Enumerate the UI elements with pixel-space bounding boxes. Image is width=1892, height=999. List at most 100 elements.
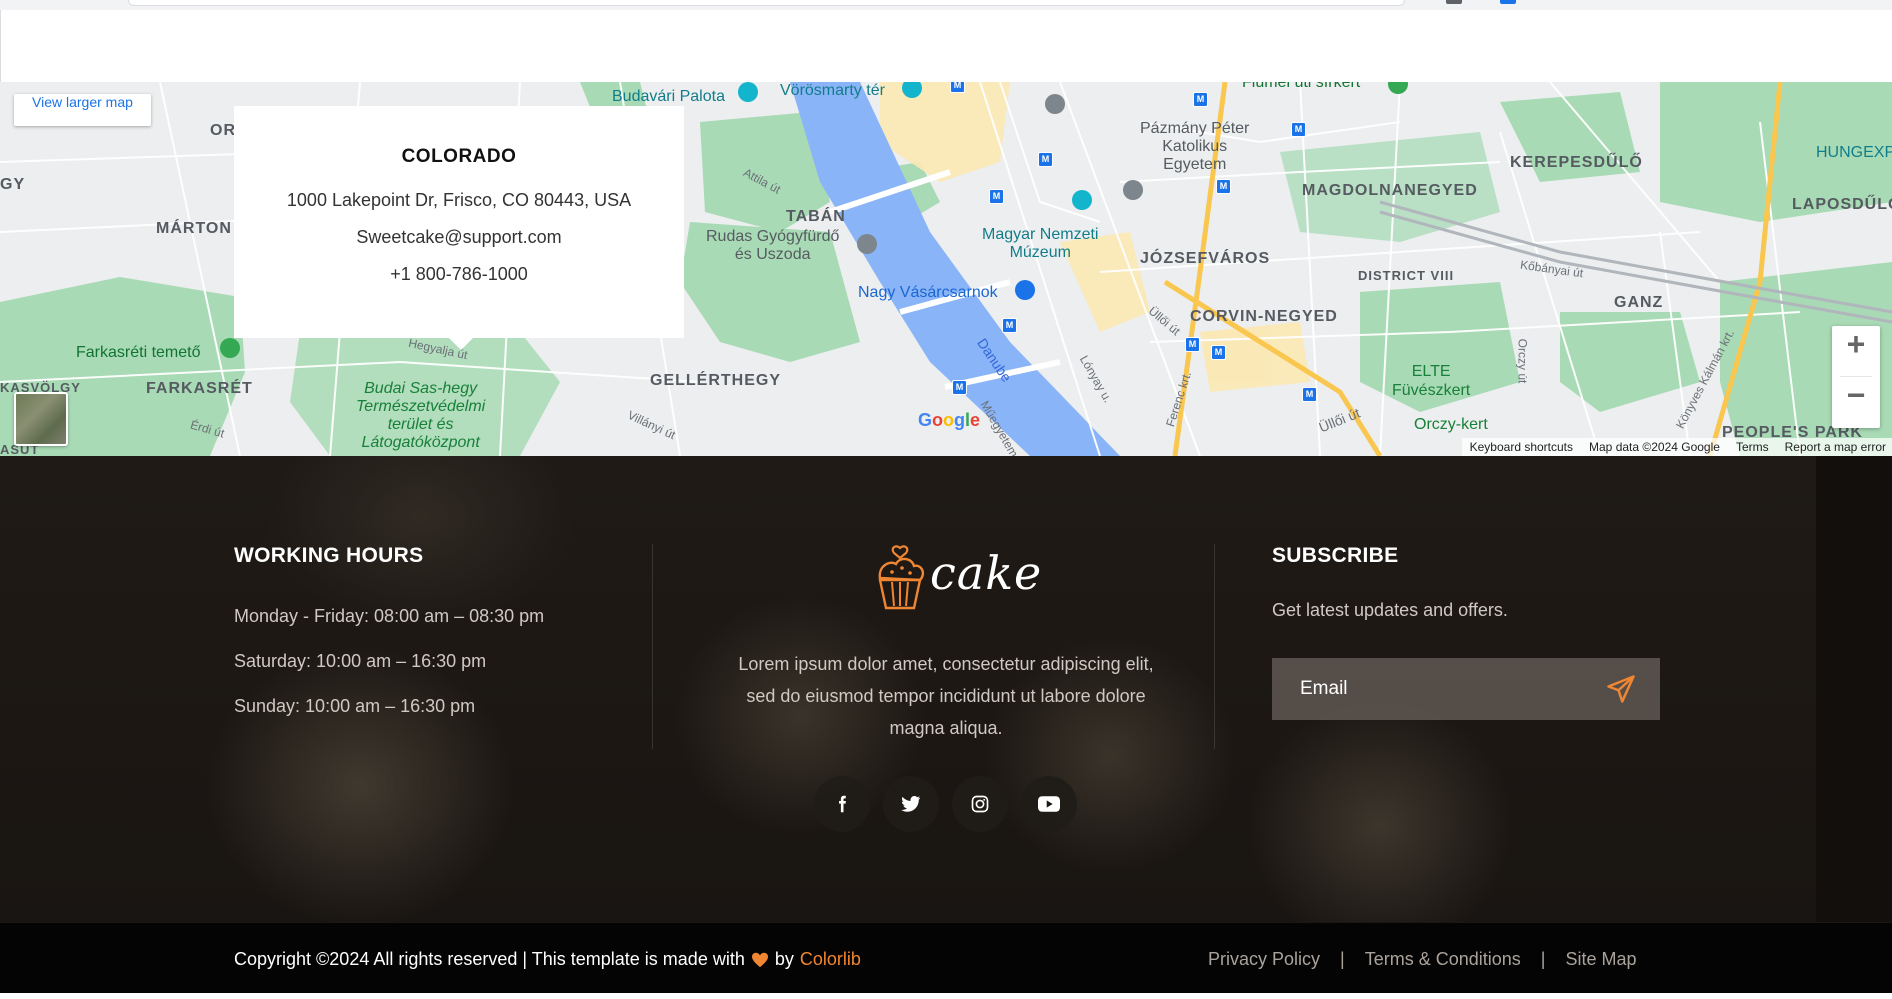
terms-conditions-link[interactable]: Terms & Conditions (1365, 949, 1521, 970)
copyright-text: Copyright ©2024 All rights reserved | Th… (234, 949, 745, 969)
map-attribution: Keyboard shortcuts Map data ©2024 Google… (1461, 438, 1892, 456)
instagram-icon (971, 795, 989, 813)
map-label: Orczy út (1515, 338, 1530, 384)
location-phone[interactable]: +1 800-786-1000 (234, 264, 684, 285)
column-divider (652, 544, 653, 749)
profile-icon[interactable] (1500, 0, 1516, 4)
map-label: FARKASRÉT (146, 380, 253, 397)
map-label: MÁRTON (156, 220, 232, 237)
hours-saturday: Saturday: 10:00 am – 16:30 pm (234, 651, 487, 671)
metro-icon[interactable]: M (1211, 345, 1226, 360)
map-label: Nagy Vásárcsarnok (858, 284, 998, 301)
map-label: ELTE Füvészkert (1392, 363, 1471, 399)
keyboard-shortcuts-link[interactable]: Keyboard shortcuts (1470, 438, 1573, 456)
footer-links: Privacy Policy | Terms & Conditions | Si… (1208, 949, 1637, 970)
university-marker-icon[interactable] (1123, 180, 1143, 200)
map-label: HUNGEXP (1816, 144, 1892, 161)
metro-icon[interactable]: M (1302, 387, 1317, 402)
youtube-icon (1038, 796, 1060, 812)
youtube-button[interactable] (1021, 776, 1077, 832)
by-text: by (774, 949, 794, 969)
report-error-link[interactable]: Report a map error (1785, 438, 1886, 456)
instagram-button[interactable] (952, 776, 1008, 832)
address-bar[interactable] (128, 0, 1405, 6)
link-separator: | (1340, 949, 1345, 969)
page-bottom-strip (0, 993, 1892, 999)
metro-icon[interactable]: M (1193, 92, 1208, 107)
subscribe-heading: SUBSCRIBE (1272, 544, 1399, 567)
map-label: Fiumei úti sírkert (1242, 82, 1361, 91)
location-info-card: COLORADO 1000 Lakepoint Dr, Frisco, CO 8… (234, 106, 684, 350)
metro-icon[interactable]: M (1185, 337, 1200, 352)
map-label: MAGDOLNANEGYED (1302, 182, 1478, 199)
copyright: Copyright ©2024 All rights reserved | Th… (234, 949, 861, 970)
heart-icon (751, 952, 768, 967)
footer: WORKING HOURS Monday - Friday: 08:00 am … (0, 456, 1892, 922)
colorlib-link[interactable]: Colorlib (800, 949, 861, 970)
map-label: Pázmány Péter Katolikus Egyetem (1140, 120, 1250, 173)
map-label: Orczy-kert (1414, 416, 1488, 433)
map-label: TABÁN (786, 208, 846, 225)
map-label: GELLÉRTHEGY (650, 372, 782, 389)
map-label: OR (210, 122, 236, 139)
email-placeholder: Email (1300, 678, 1348, 699)
location-address: 1000 Lakepoint Dr, Frisco, CO 80443, USA (286, 190, 632, 210)
metro-icon[interactable]: M (1216, 179, 1231, 194)
column-divider (1214, 544, 1215, 749)
map-label: JÓZSEFVÁROS (1140, 250, 1271, 267)
site-map-link[interactable]: Site Map (1565, 949, 1636, 970)
footer-edge (1816, 456, 1892, 922)
footer-bottom-bar: Copyright ©2024 All rights reserved | Th… (0, 922, 1892, 999)
view-larger-map-link[interactable]: View larger map (14, 94, 151, 126)
terms-link[interactable]: Terms (1736, 438, 1769, 456)
map-label: LAPOSDŰLŐ (1792, 196, 1892, 213)
twitter-icon (901, 796, 921, 812)
synagogue-marker-icon[interactable] (1045, 94, 1065, 114)
location-email[interactable]: Sweetcake@support.com (234, 227, 684, 248)
metro-icon[interactable]: M (950, 82, 965, 93)
bath-marker-icon[interactable] (857, 234, 877, 254)
map-label: Farkasréti temető (76, 344, 201, 361)
zoom-in-button[interactable]: + (1832, 326, 1880, 376)
logo-text[interactable]: cake (930, 546, 1042, 600)
metro-icon[interactable]: M (1291, 122, 1306, 137)
hours-sunday: Sunday: 10:00 am – 16:30 pm (234, 696, 476, 716)
link-separator: | (1540, 949, 1546, 969)
metro-icon[interactable]: M (989, 189, 1004, 204)
map-label: DISTRICT VIII (1358, 268, 1455, 283)
cemetery-marker-icon[interactable] (220, 338, 240, 358)
metro-icon[interactable]: M (952, 380, 967, 395)
send-icon[interactable] (1606, 674, 1636, 704)
metro-icon[interactable]: M (1038, 152, 1053, 167)
footer-description: Lorem ipsum dolor amet, consectetur adip… (738, 654, 1154, 738)
page-spacer (0, 10, 1892, 82)
facebook-button[interactable] (814, 776, 870, 832)
google-map[interactable]: M M M M M M M M M M M Budavári Palota Vö… (0, 82, 1892, 456)
map-data-text: Map data ©2024 Google (1589, 440, 1720, 454)
map-label: Rudas Gyógyfürdő és Uszoda (706, 228, 840, 263)
palace-marker-icon[interactable] (738, 82, 758, 102)
extension-icon[interactable] (1446, 0, 1462, 4)
zoom-controls: + − (1832, 326, 1880, 428)
map-label: KEREPESDŰLŐ (1510, 154, 1643, 171)
market-marker-icon[interactable] (1015, 280, 1035, 300)
subscribe-subtext: Get latest updates and offers. (1272, 600, 1508, 620)
map-label: CORVIN-NEGYED (1190, 308, 1338, 325)
google-logo: Google (918, 410, 981, 430)
location-city: COLORADO (401, 146, 517, 167)
satellite-toggle[interactable] (14, 392, 68, 446)
hours-weekdays: Monday - Friday: 08:00 am – 08:30 pm (234, 606, 545, 626)
privacy-policy-link[interactable]: Privacy Policy (1208, 949, 1320, 970)
map-label: Magyar Nemzeti Múzeum (982, 226, 1099, 261)
working-hours-heading: WORKING HOURS (234, 544, 424, 567)
zoom-out-button[interactable]: − (1832, 377, 1880, 427)
metro-icon[interactable]: M (1002, 318, 1017, 333)
museum-marker-icon[interactable] (1072, 190, 1092, 210)
map-label: Budavári Palota (612, 88, 725, 105)
email-field[interactable]: Email (1272, 658, 1660, 720)
map-label: GY (0, 176, 26, 193)
twitter-button[interactable] (883, 776, 939, 832)
map-label: Budai Sas-hegy Természetvédelmi terület … (356, 380, 486, 451)
map-label: Vörösmarty tér (780, 82, 885, 99)
facebook-icon (839, 795, 846, 813)
